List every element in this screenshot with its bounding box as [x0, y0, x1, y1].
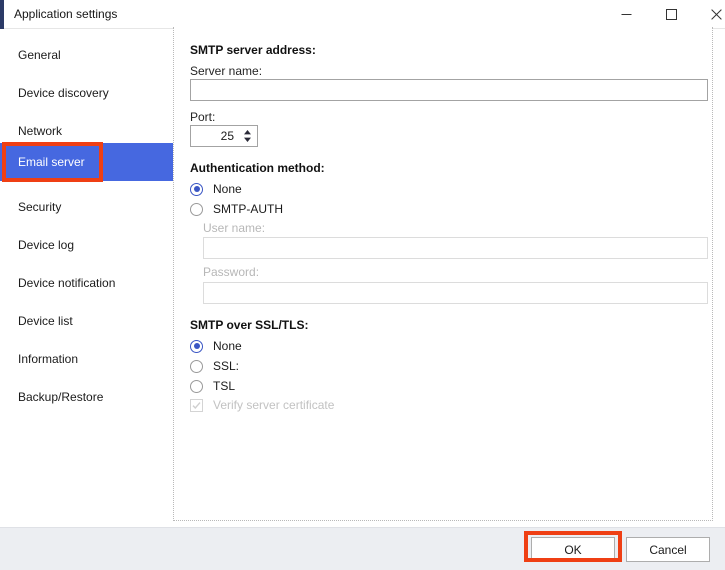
- sidebar-item-label: General: [18, 48, 61, 62]
- ok-button-label: OK: [564, 542, 582, 557]
- close-icon: [711, 8, 722, 20]
- sidebar-item-device-log[interactable]: Device log: [0, 226, 176, 264]
- sidebar-item-label: Backup/Restore: [18, 390, 104, 404]
- sidebar-item-label: Device discovery: [18, 86, 109, 100]
- window-title: Application settings: [14, 7, 118, 21]
- radio-unselected-icon: [190, 379, 203, 393]
- auth-radio-smtp-auth[interactable]: SMTP-AUTH: [190, 200, 283, 218]
- title-bar: Application settings: [0, 0, 725, 29]
- sidebar-item-label: Information: [18, 352, 79, 366]
- radio-selected-icon: [190, 182, 203, 196]
- radio-selected-icon: [190, 339, 203, 353]
- cancel-button[interactable]: Cancel: [626, 537, 710, 562]
- application-settings-window: Application settings General Device disc…: [0, 0, 725, 570]
- user-name-label: User name:: [203, 221, 266, 235]
- sidebar-item-security[interactable]: Security: [0, 188, 176, 226]
- checkbox-checked-disabled-icon: [190, 398, 203, 412]
- dialog-footer: OK Cancel: [0, 527, 725, 570]
- sidebar-item-label: Device list: [18, 314, 73, 328]
- auth-radio-smtp-auth-label: SMTP-AUTH: [213, 202, 283, 216]
- authentication-method-heading: Authentication method:: [190, 161, 325, 175]
- settings-sidebar: General Device discovery Network Email s…: [0, 29, 176, 527]
- auth-radio-none[interactable]: None: [190, 180, 242, 198]
- cancel-button-label: Cancel: [649, 542, 687, 557]
- port-stepper[interactable]: 25: [190, 125, 258, 147]
- title-accent-bar: [0, 0, 4, 29]
- sidebar-item-label: Network: [18, 124, 63, 138]
- password-label: Password:: [203, 265, 260, 279]
- password-input[interactable]: [203, 282, 708, 304]
- ssl-radio-tsl-label: TSL: [213, 379, 236, 393]
- close-button[interactable]: [694, 0, 725, 28]
- port-value: 25: [220, 129, 234, 143]
- sidebar-item-label: Email server: [18, 155, 85, 169]
- verify-server-certificate-checkbox[interactable]: Verify server certificate: [190, 396, 334, 414]
- sidebar-item-label: Device log: [18, 238, 75, 252]
- minimize-icon: [621, 13, 632, 15]
- verify-server-certificate-label: Verify server certificate: [213, 398, 335, 412]
- sidebar-item-label: Security: [18, 200, 62, 214]
- sidebar-item-label: Device notification: [18, 276, 116, 290]
- user-name-input[interactable]: [203, 237, 708, 259]
- auth-radio-none-label: None: [213, 182, 242, 196]
- smtp-over-ssl-tls-heading: SMTP over SSL/TLS:: [190, 318, 309, 332]
- server-name-label: Server name:: [190, 64, 263, 78]
- sidebar-item-device-notification[interactable]: Device notification: [0, 264, 176, 302]
- smtp-server-address-heading: SMTP server address:: [190, 43, 316, 57]
- radio-unselected-icon: [190, 359, 203, 373]
- spinner-up-down-icon[interactable]: [241, 128, 254, 144]
- ok-button[interactable]: OK: [531, 537, 615, 562]
- sidebar-item-backup-restore[interactable]: Backup/Restore: [0, 378, 176, 416]
- ssl-radio-ssl-label: SSL:: [213, 359, 240, 373]
- sidebar-item-information[interactable]: Information: [0, 340, 176, 378]
- maximize-button[interactable]: [649, 0, 694, 28]
- maximize-icon: [666, 8, 677, 20]
- radio-unselected-icon: [190, 202, 203, 216]
- minimize-button[interactable]: [604, 0, 649, 28]
- ssl-radio-ssl[interactable]: SSL:: [190, 357, 239, 375]
- ssl-radio-none-label: None: [213, 339, 242, 353]
- server-name-input[interactable]: [190, 79, 708, 101]
- port-label: Port:: [190, 110, 216, 124]
- sidebar-item-general[interactable]: General: [0, 36, 176, 74]
- sidebar-item-device-discovery[interactable]: Device discovery: [0, 74, 176, 112]
- sidebar-item-device-list[interactable]: Device list: [0, 302, 176, 340]
- ssl-radio-tsl[interactable]: TSL: [190, 377, 235, 395]
- sidebar-item-email-server[interactable]: Email server: [0, 143, 176, 181]
- ssl-radio-none[interactable]: None: [190, 337, 242, 355]
